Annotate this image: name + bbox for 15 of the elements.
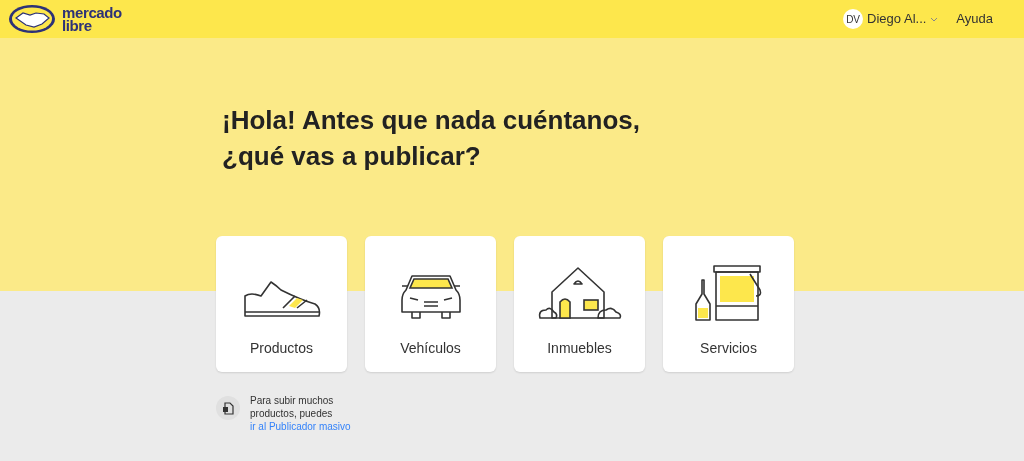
file-icon: [222, 401, 234, 415]
page-heading: ¡Hola! Antes que nada cuéntanos, ¿qué vas a publicar?: [221, 104, 641, 173]
paint-bucket-icon: [693, 264, 764, 322]
help-link[interactable]: Ayuda: [956, 9, 993, 29]
user-avatar: DV: [843, 9, 864, 29]
logo-text: mercado libre: [62, 6, 122, 32]
category-card[interactable]: Inmuebles: [514, 236, 645, 372]
bulk-upload-note: Para subir muchos productos, puedes ir al Publicador masivo: [250, 394, 352, 433]
category-card[interactable]: Servicios: [663, 236, 794, 372]
user-name: Diego Al...: [867, 10, 927, 29]
category-card[interactable]: Vehículos: [365, 236, 496, 372]
chevron-down-icon: [930, 16, 939, 22]
category-card[interactable]: Productos: [216, 236, 347, 372]
house-icon: [537, 266, 622, 322]
user-menu[interactable]: DV Diego Al...: [843, 9, 939, 29]
